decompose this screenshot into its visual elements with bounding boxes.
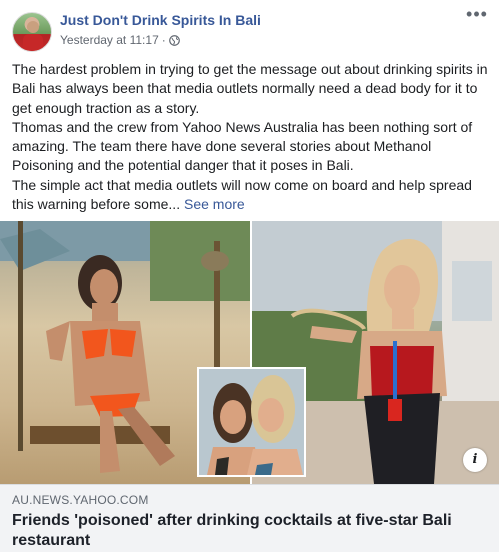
page-avatar[interactable] [12, 12, 52, 52]
post-timestamp[interactable]: Yesterday at 11:17 [60, 33, 159, 47]
link-preview-card[interactable]: AU.NEWS.YAHOO.COM Friends 'poisoned' aft… [0, 484, 499, 552]
link-domain: AU.NEWS.YAHOO.COM [12, 493, 149, 507]
post-paragraph-1: The hardest problem in trying to get the… [12, 61, 488, 116]
page-name-link[interactable]: Just Don't Drink Spirits In Bali [60, 12, 261, 28]
info-icon[interactable]: i [463, 448, 487, 472]
post-header: Just Don't Drink Spirits In Bali Yesterd… [0, 0, 499, 56]
post-meta: Yesterday at 11:17 · [60, 33, 180, 47]
link-image[interactable]: i [0, 221, 499, 484]
post-paragraph-3: The simple act that media outlets will n… [12, 176, 490, 215]
more-options-icon[interactable]: ••• [465, 5, 489, 28]
link-title[interactable]: Friends 'poisoned' after drinking cockta… [12, 511, 482, 551]
friends-illustration [199, 369, 304, 475]
post-paragraph-2: Thomas and the crew from Yahoo News Aust… [12, 118, 473, 174]
see-more-link[interactable]: See more [184, 196, 245, 212]
avatar-figure [23, 21, 43, 51]
meta-separator: · [161, 33, 166, 47]
post-body: The hardest problem in trying to get the… [12, 60, 490, 214]
friends-inset-photo [197, 367, 306, 477]
globe-icon[interactable] [168, 34, 180, 46]
